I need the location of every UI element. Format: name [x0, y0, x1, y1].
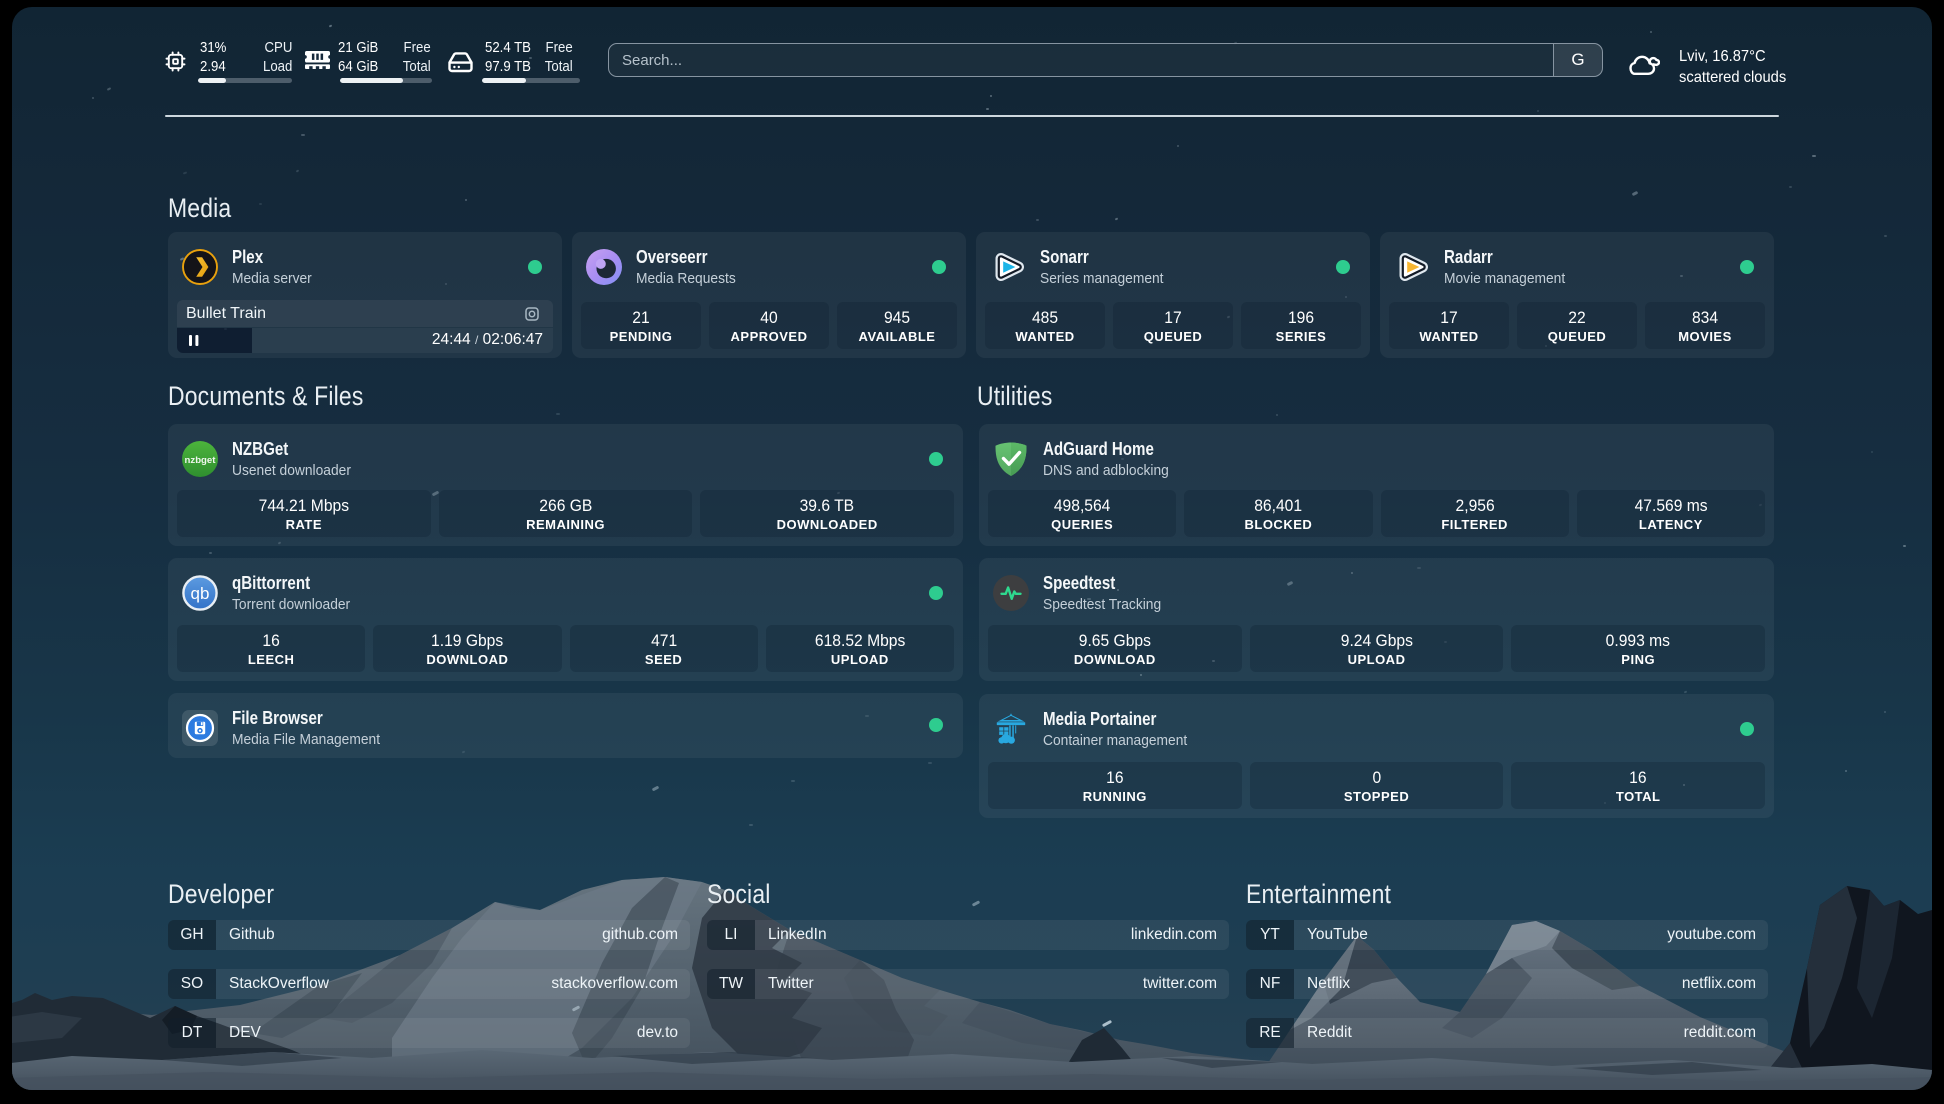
svg-text:qb: qb — [191, 584, 210, 603]
svg-text:nzbget: nzbget — [185, 455, 217, 466]
